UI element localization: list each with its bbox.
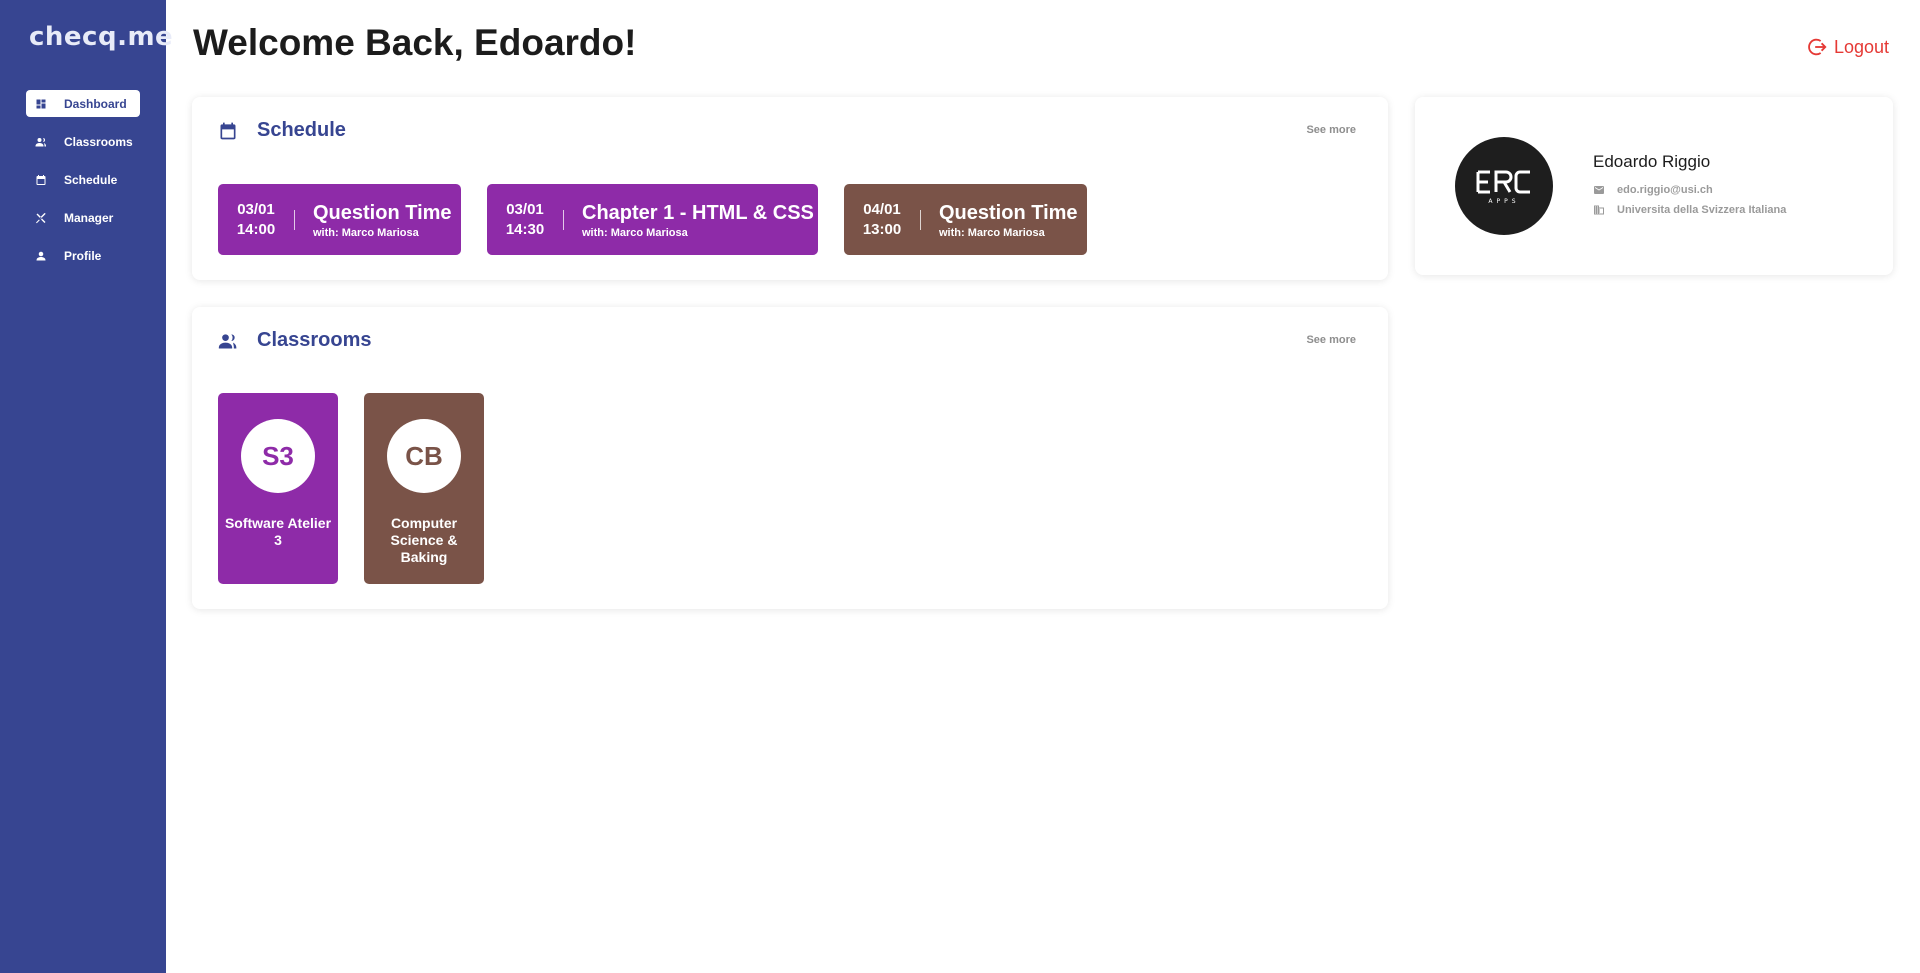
divider xyxy=(294,209,295,230)
sidebar-item-classrooms[interactable]: Classrooms xyxy=(26,128,140,155)
mail-icon xyxy=(1594,186,1604,194)
divider xyxy=(563,209,564,230)
schedule-datetime: 04/01 13:00 xyxy=(844,200,920,240)
sidebar-item-schedule[interactable]: Schedule xyxy=(26,166,140,193)
schedule-item[interactable]: 03/01 14:00 Question Time with: Marco Ma… xyxy=(218,184,461,255)
sidebar-item-label: Manager xyxy=(64,210,114,225)
schedule-title: Schedule xyxy=(257,119,346,141)
sidebar-item-label: Dashboard xyxy=(64,96,127,111)
sidebar-item-manager[interactable]: Manager xyxy=(26,204,140,231)
page-title: Welcome Back, Edoardo! xyxy=(193,22,637,63)
classroom-tile[interactable]: CB Computer Science & Baking xyxy=(364,393,484,584)
schedule-item[interactable]: 03/01 14:30 Chapter 1 - HTML & CSS with:… xyxy=(487,184,818,255)
profile-institution-row: Universita della Svizzera Italiana xyxy=(1593,204,1786,216)
profile-name: Edoardo Riggio xyxy=(1593,152,1711,171)
sidebar-item-label: Schedule xyxy=(64,172,118,187)
schedule-header: Schedule xyxy=(218,119,346,142)
sidebar-item-label: Profile xyxy=(64,248,102,263)
building-icon xyxy=(1594,205,1604,215)
schedule-event-name: Question Time xyxy=(313,201,452,224)
erc-apps-logo-icon: APPS xyxy=(1476,170,1530,205)
schedule-event-name: Chapter 1 - HTML & CSS xyxy=(582,201,814,224)
logout-label: Logout xyxy=(1834,36,1890,57)
avatar[interactable]: APPS xyxy=(1455,137,1553,235)
schedule-time: 14:00 xyxy=(236,220,276,238)
classroom-name: Software Atelier 3 xyxy=(224,515,332,548)
calendar-icon xyxy=(35,174,47,186)
schedule-time: 13:00 xyxy=(862,220,902,238)
profile-email-row: edo.riggio@usi.ch xyxy=(1593,184,1713,196)
schedule-info: Question Time with: Marco Mariosa xyxy=(939,201,1078,239)
schedule-card: Schedule See more 03/01 14:00 Question T… xyxy=(192,97,1388,280)
classroom-abbr: CB xyxy=(387,419,461,493)
app-logo[interactable]: checq.me xyxy=(29,22,173,52)
profile-card: APPS Edoardo Riggio edo.riggio@usi.ch Un… xyxy=(1415,97,1893,275)
classrooms-header: Classrooms xyxy=(218,329,372,352)
sidebar-nav: Dashboard Classrooms Schedule Manager Pr… xyxy=(26,90,140,280)
schedule-datetime: 03/01 14:00 xyxy=(218,200,294,240)
schedule-date: 04/01 xyxy=(863,200,901,218)
profile-institution: Universita della Svizzera Italiana xyxy=(1617,204,1787,216)
schedule-date: 03/01 xyxy=(237,200,275,218)
classroom-abbr: S3 xyxy=(241,419,315,493)
schedule-event-teacher: with: Marco Mariosa xyxy=(313,226,419,239)
schedule-datetime: 03/01 14:30 xyxy=(487,200,563,240)
classroom-tile[interactable]: S3 Software Atelier 3 xyxy=(218,393,338,584)
classrooms-card: Classrooms See more S3 Software Atelier … xyxy=(192,307,1388,609)
sidebar-item-profile[interactable]: Profile xyxy=(26,242,140,269)
schedule-event-name: Question Time xyxy=(939,201,1078,224)
classrooms-see-more-link[interactable]: See more xyxy=(1306,334,1356,346)
sidebar: checq.me Dashboard Classrooms Schedule M… xyxy=(0,0,173,973)
schedule-event-teacher: with: Marco Mariosa xyxy=(939,226,1045,239)
schedule-info: Question Time with: Marco Mariosa xyxy=(313,201,452,239)
schedule-time: 14:30 xyxy=(505,220,545,238)
classroom-name: Computer Science & Baking xyxy=(390,515,458,565)
calendar-icon xyxy=(220,122,236,139)
schedule-event-teacher: with: Marco Mariosa xyxy=(582,226,688,239)
tools-icon xyxy=(35,212,47,224)
schedule-date: 03/01 xyxy=(506,200,544,218)
people-icon xyxy=(35,136,47,148)
schedule-info: Chapter 1 - HTML & CSS with: Marco Mario… xyxy=(582,201,814,239)
person-icon xyxy=(35,250,47,262)
sidebar-item-label: Classrooms xyxy=(64,134,133,149)
logout-icon xyxy=(1808,38,1827,56)
classrooms-title: Classrooms xyxy=(257,329,372,351)
people-icon xyxy=(218,333,237,348)
logout-button[interactable]: Logout xyxy=(1806,36,1889,58)
divider xyxy=(920,209,921,230)
dashboard-icon xyxy=(35,98,47,110)
profile-email: edo.riggio@usi.ch xyxy=(1617,184,1713,196)
sidebar-item-dashboard[interactable]: Dashboard xyxy=(26,90,140,117)
schedule-item[interactable]: 04/01 13:00 Question Time with: Marco Ma… xyxy=(844,184,1087,255)
svg-text:APPS: APPS xyxy=(1488,198,1519,205)
schedule-see-more-link[interactable]: See more xyxy=(1306,124,1356,136)
